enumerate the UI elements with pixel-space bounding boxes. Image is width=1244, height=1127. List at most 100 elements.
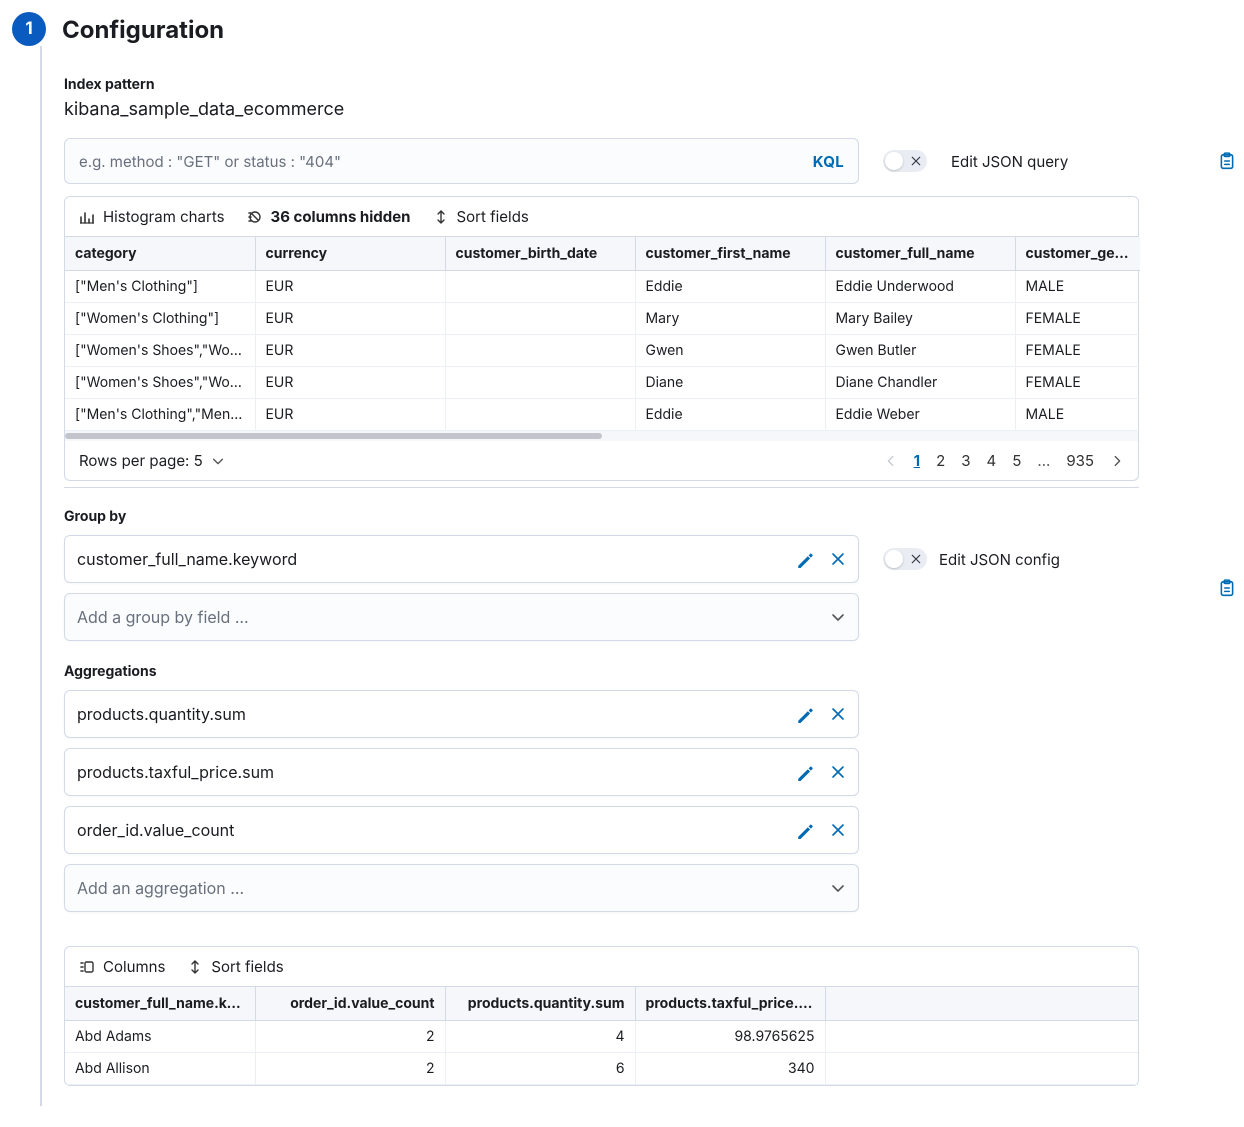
table-cell: Eddie Underwood bbox=[825, 271, 1015, 303]
edit-json-config-label: Edit JSON config bbox=[939, 550, 1060, 569]
table-cell: Eddie Weber bbox=[825, 399, 1015, 431]
clipboard-icon bbox=[1218, 579, 1236, 597]
remove-aggregation-button[interactable] bbox=[830, 706, 846, 722]
page-number[interactable]: 4 bbox=[987, 451, 997, 470]
x-icon bbox=[910, 155, 922, 167]
table-cell: 340 bbox=[635, 1053, 825, 1085]
x-icon bbox=[830, 706, 846, 722]
step-badge: 1 bbox=[12, 12, 46, 46]
edit-json-config-toggle[interactable] bbox=[883, 548, 927, 570]
horizontal-scrollbar[interactable] bbox=[65, 431, 1138, 441]
table-cell: Diane bbox=[635, 367, 825, 399]
page-number[interactable]: 5 bbox=[1012, 451, 1021, 470]
query-input[interactable]: e.g. method : "GET" or status : "404" KQ… bbox=[64, 138, 859, 184]
table-cell: Diane Chandler bbox=[825, 367, 1015, 399]
aggregation-value: products.quantity.sum bbox=[77, 704, 246, 724]
table-row: Abd Adams2498.9765625 bbox=[65, 1021, 1138, 1053]
page-number[interactable]: 935 bbox=[1066, 451, 1094, 470]
sort-icon bbox=[187, 959, 203, 975]
col-header[interactable]: products.taxful_price.sum bbox=[635, 987, 825, 1021]
pencil-icon bbox=[796, 705, 814, 723]
table-row: ["Women's Clothing"]EURMaryMary BaileyFE… bbox=[65, 303, 1140, 335]
page-number[interactable]: 2 bbox=[936, 451, 945, 470]
col-header[interactable]: customer_first_name bbox=[635, 237, 825, 271]
edit-json-query-label: Edit JSON query bbox=[951, 152, 1068, 171]
sort-fields-button[interactable]: Sort fields bbox=[433, 207, 529, 226]
add-group-by-placeholder: Add a group by field ... bbox=[77, 607, 249, 627]
table-cell: FEMALE bbox=[1015, 367, 1140, 399]
group-by-value: customer_full_name.keyword bbox=[77, 549, 297, 569]
edit-aggregation-button[interactable] bbox=[796, 821, 814, 839]
remove-aggregation-button[interactable] bbox=[830, 822, 846, 838]
table-cell bbox=[445, 399, 635, 431]
result-panel: Columns Sort fields customer_full_name.k… bbox=[64, 946, 1139, 1086]
histogram-charts-label: Histogram charts bbox=[103, 207, 225, 226]
add-group-by-select[interactable]: Add a group by field ... bbox=[64, 593, 859, 641]
table-cell: ["Women's Shoes","Wom... bbox=[65, 367, 255, 399]
table-cell: Mary Bailey bbox=[825, 303, 1015, 335]
edit-aggregation-button[interactable] bbox=[796, 705, 814, 723]
edit-group-by-button[interactable] bbox=[796, 550, 814, 568]
table-cell: MALE bbox=[1015, 271, 1140, 303]
page-number[interactable]: 3 bbox=[961, 451, 970, 470]
col-header[interactable]: products.quantity.sum bbox=[445, 987, 635, 1021]
col-header[interactable]: currency bbox=[255, 237, 445, 271]
aggregation-entry: products.quantity.sum bbox=[64, 690, 859, 738]
table-cell: 2 bbox=[255, 1053, 445, 1085]
table-row: ["Men's Clothing","Men's ...EUREddieEddi… bbox=[65, 399, 1140, 431]
edit-json-query-toggle[interactable] bbox=[883, 150, 927, 172]
col-header[interactable]: customer_full_name.key... bbox=[65, 987, 255, 1021]
table-cell: Abd Adams bbox=[65, 1021, 255, 1053]
next-page-button[interactable] bbox=[1110, 454, 1124, 468]
rows-per-page-button[interactable]: Rows per page: 5 bbox=[79, 451, 225, 470]
page-number[interactable]: 1 bbox=[914, 451, 920, 470]
pencil-icon bbox=[796, 763, 814, 781]
pencil-icon bbox=[796, 821, 814, 839]
copy-config-button[interactable] bbox=[1218, 564, 1236, 612]
col-header[interactable]: order_id.value_count bbox=[255, 987, 445, 1021]
table-cell: EUR bbox=[255, 399, 445, 431]
page-ellipsis: … bbox=[1037, 451, 1050, 470]
add-aggregation-select[interactable]: Add an aggregation ... bbox=[64, 864, 859, 912]
prev-page-button[interactable] bbox=[884, 454, 898, 468]
histogram-charts-button[interactable]: Histogram charts bbox=[79, 207, 225, 226]
x-icon bbox=[830, 822, 846, 838]
preview-table: category currency customer_birth_date cu… bbox=[65, 237, 1140, 431]
chevron-down-icon bbox=[830, 880, 846, 896]
table-cell: Eddie bbox=[635, 399, 825, 431]
columns-hidden-icon bbox=[247, 209, 263, 225]
hidden-columns-button[interactable]: 36 columns hidden bbox=[247, 207, 411, 226]
aggregation-entry: order_id.value_count bbox=[64, 806, 859, 854]
columns-button[interactable]: Columns bbox=[79, 957, 165, 976]
aggregation-entry: products.taxful_price.sum bbox=[64, 748, 859, 796]
copy-query-button[interactable] bbox=[1218, 152, 1236, 170]
clipboard-icon bbox=[1218, 152, 1236, 170]
remove-group-by-button[interactable] bbox=[830, 551, 846, 567]
table-cell: MALE bbox=[1015, 399, 1140, 431]
sort-fields-button-2[interactable]: Sort fields bbox=[187, 957, 283, 976]
col-header-empty bbox=[825, 987, 1138, 1021]
table-cell bbox=[445, 335, 635, 367]
table-cell bbox=[825, 1021, 1138, 1053]
chevron-down-icon bbox=[830, 609, 846, 625]
table-cell: Eddie bbox=[635, 271, 825, 303]
columns-label: Columns bbox=[103, 957, 165, 976]
index-pattern-label: Index pattern bbox=[64, 76, 1244, 93]
table-row: Abd Allison26340 bbox=[65, 1053, 1138, 1085]
table-cell: Gwen Butler bbox=[825, 335, 1015, 367]
col-header[interactable]: customer_full_name bbox=[825, 237, 1015, 271]
table-cell: EUR bbox=[255, 367, 445, 399]
edit-aggregation-button[interactable] bbox=[796, 763, 814, 781]
chevron-left-icon bbox=[884, 454, 898, 468]
query-lang-button[interactable]: KQL bbox=[813, 152, 844, 171]
col-header[interactable]: customer_gender bbox=[1015, 237, 1140, 271]
col-header[interactable]: customer_birth_date bbox=[445, 237, 635, 271]
remove-aggregation-button[interactable] bbox=[830, 764, 846, 780]
col-header[interactable]: category bbox=[65, 237, 255, 271]
table-cell: ["Women's Shoes","Wom... bbox=[65, 335, 255, 367]
table-cell: Gwen bbox=[635, 335, 825, 367]
sort-icon bbox=[433, 209, 449, 225]
x-icon bbox=[910, 553, 922, 565]
step-title: Configuration bbox=[62, 15, 224, 44]
table-cell: ["Men's Clothing"] bbox=[65, 271, 255, 303]
